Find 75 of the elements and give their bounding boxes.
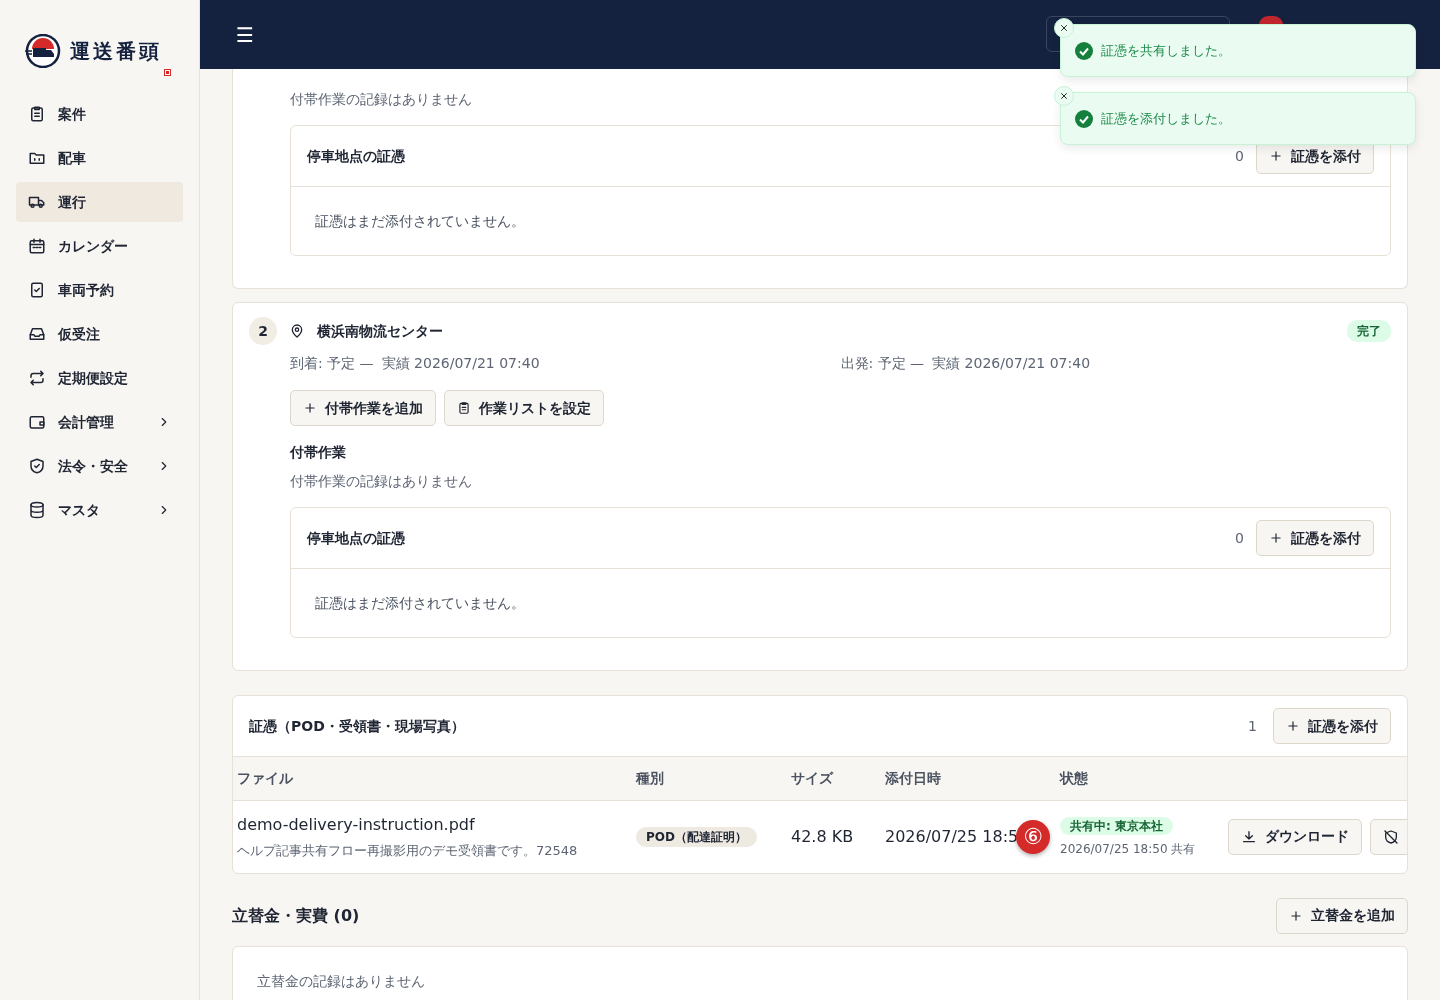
check-icon xyxy=(1075,109,1093,128)
empty-message: 立替金の記録はありません xyxy=(257,972,425,989)
evidence-count: 0 xyxy=(1235,146,1244,166)
sidebar-item[interactable]: 法令・安全 xyxy=(16,446,183,486)
sidebar-item[interactable]: 定期便設定 xyxy=(16,358,183,398)
download-icon xyxy=(1241,828,1257,845)
action-button[interactable]: 作業リストを設定 xyxy=(444,390,604,426)
shield-icon xyxy=(28,457,46,475)
checklist-icon xyxy=(28,281,46,299)
column-header: ファイル xyxy=(233,756,632,801)
close-icon xyxy=(1059,23,1069,33)
menu-button[interactable]: ☰ xyxy=(236,19,254,50)
time-value: 実績 2026/07/21 07:40 xyxy=(381,354,540,373)
evidence-title: 証憑（POD・受領書・現場写真） xyxy=(249,716,465,736)
stop-name: 横浜南物流センター xyxy=(317,321,443,341)
plus-icon xyxy=(1269,149,1283,163)
inbox-icon xyxy=(28,325,46,343)
clipboard-icon xyxy=(28,105,46,123)
empty-message: 付帯作業の記録はありません xyxy=(290,91,472,107)
column-header: 添付日時 xyxy=(881,756,1056,801)
evidence-title: 停車地点の証憑 xyxy=(307,528,405,548)
seal-icon xyxy=(164,69,171,76)
empty-message: 証憑はまだ添付されていません。 xyxy=(314,593,526,613)
shield-off-icon xyxy=(1383,828,1399,845)
close-icon xyxy=(1059,91,1069,101)
sidebar-item[interactable]: カレンダー xyxy=(16,226,183,266)
time-label: 到着: 予定 — xyxy=(290,354,374,373)
evidence-count: 1 xyxy=(1248,716,1257,736)
plus-icon xyxy=(1269,531,1283,545)
callout-marker: ⑥ xyxy=(1016,819,1050,854)
sidebar-item[interactable]: 運行 xyxy=(16,182,183,222)
toast-message: 証憑を共有しました。 xyxy=(1101,41,1231,60)
repeat-icon xyxy=(28,369,46,387)
plus-icon xyxy=(1286,719,1300,733)
action-button[interactable]: 付帯作業を追加 xyxy=(290,390,436,426)
time-value: 実績 2026/07/21 07:40 xyxy=(932,354,1091,373)
sidebar-item[interactable]: 仮受注 xyxy=(16,314,183,354)
attach-button[interactable]: 証憑を添付 xyxy=(1256,520,1374,556)
database-icon xyxy=(28,501,46,519)
status-badge: 共有中: 東京本社 xyxy=(1060,817,1173,836)
type-badge: POD（配達証明） xyxy=(636,827,757,848)
size-cell: 42.8 KB xyxy=(787,800,881,873)
sidebar-item[interactable]: 会計管理 xyxy=(16,402,183,442)
column-header: 状態 xyxy=(1056,756,1224,801)
wallet-icon xyxy=(28,413,46,431)
plus-icon xyxy=(303,401,317,415)
evidence-count: 0 xyxy=(1235,528,1244,548)
sidebar-item[interactable]: 配車 xyxy=(16,138,183,178)
stop-number: 2 xyxy=(249,317,277,345)
column-header: サイズ xyxy=(787,756,881,801)
plus-icon xyxy=(1289,908,1303,923)
file-name: demo-delivery-instruction.pdf xyxy=(237,814,476,836)
column-header: 種別 xyxy=(632,756,787,801)
file-description: ヘルプ記事共有フロー再撮影用のデモ受領書です。72548 xyxy=(237,842,579,860)
clipboard-icon xyxy=(457,401,471,415)
add-button[interactable]: 立替金を追加 xyxy=(1276,897,1408,934)
pin-icon xyxy=(289,323,305,339)
download-button[interactable]: ダウンロード xyxy=(1228,818,1362,855)
sidebar-item[interactable]: 車両予約 xyxy=(16,270,183,310)
toast-message: 証憑を添付しました。 xyxy=(1101,109,1231,128)
sidebar-item[interactable]: 案件 xyxy=(16,94,183,134)
logo-icon xyxy=(24,34,62,68)
status-note: 2026/07/25 18:50 共有 xyxy=(1060,841,1197,859)
sidebar-item[interactable]: マスタ xyxy=(16,490,183,530)
status-badge: 完了 xyxy=(1347,320,1391,342)
calendar-icon xyxy=(28,237,46,255)
check-icon xyxy=(1075,41,1093,60)
evidence-title: 停車地点の証憑 xyxy=(307,146,405,166)
empty-message: 付帯作業の記録はありません xyxy=(290,473,472,489)
empty-message: 証憑はまだ添付されていません。 xyxy=(314,211,526,231)
section-title: 付帯作業 xyxy=(290,444,346,460)
time-label: 出発: 予定 — xyxy=(840,354,925,373)
section-title: 立替金・実費 (0) xyxy=(232,904,360,927)
attach-button[interactable]: 証憑を添付 xyxy=(1273,708,1391,744)
logo-text: 運送番頭 xyxy=(70,38,162,65)
